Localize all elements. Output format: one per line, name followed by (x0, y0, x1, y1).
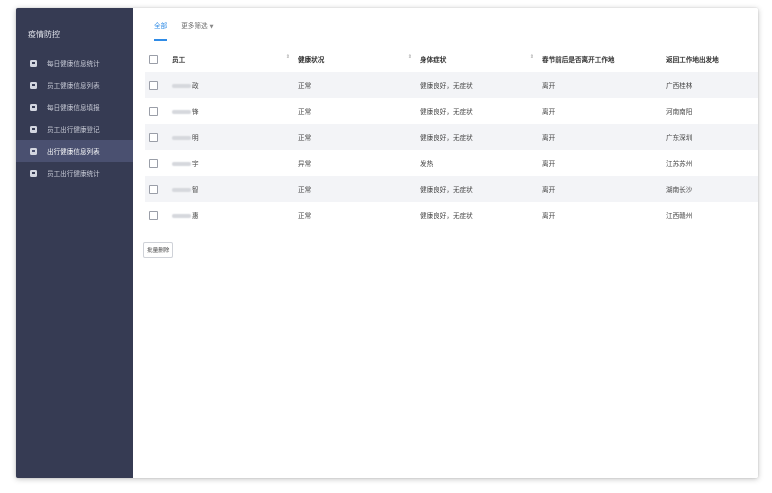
health-status-cell: 异常 (298, 160, 312, 168)
employee-cell: 锋 (172, 98, 298, 124)
main-content: 全部 更多筛选 ▼ 员工 ⇕ 健康状况 ⇕ 身体症状 ⇕ 春节前后是否离开工作地 返回工… (133, 8, 758, 478)
sidebar-title: 疫情防控 (28, 30, 60, 39)
travel-health-table: 员工 ⇕ 健康状况 ⇕ 身体症状 ⇕ 春节前后是否离开工作地 返回工作地出发地 政 正… (145, 46, 758, 228)
redacted-name-blur (172, 110, 191, 114)
select-all-cell (145, 46, 172, 72)
row-select-cell (145, 98, 172, 124)
left-workplace-cell: 离开 (542, 212, 556, 220)
health-status-cell: 正常 (298, 82, 312, 90)
return-origin-cell: 江西赣州 (666, 212, 693, 220)
return-origin-cell: 河南南阳 (666, 108, 693, 116)
left-workplace-cell: 离开 (542, 160, 556, 168)
sidebar-item-label: 员工出行健康登记 (47, 126, 100, 134)
row-checkbox[interactable] (149, 80, 158, 90)
redacted-name-blur (172, 84, 191, 88)
sidebar-item-label: 出行健康信息列表 (47, 148, 100, 156)
column-header-return-origin: 返回工作地出发地 (666, 56, 719, 64)
row-checkbox[interactable] (149, 132, 158, 142)
row-select-cell (145, 176, 172, 202)
row-select-cell (145, 72, 172, 98)
health-status-cell: 正常 (298, 212, 312, 220)
row-checkbox[interactable] (149, 184, 158, 194)
employee-cell: 宇 (172, 150, 298, 176)
caret-down-icon: ▼ (209, 23, 214, 30)
select-all-checkbox[interactable] (149, 54, 158, 64)
table-row[interactable]: 锋 正常 健康良好，无症状 离开 河南南阳 (145, 98, 758, 124)
table-row[interactable]: 惠 正常 健康良好，无症状 离开 江西赣州 (145, 202, 758, 228)
column-header-health-status[interactable]: 健康状况 ⇕ (298, 46, 420, 72)
redacted-name-blur (172, 136, 191, 140)
sidebar-item-daily-health-report[interactable]: 每日健康信息填报 (16, 96, 133, 118)
sidebar-item-label: 每日健康信息填报 (47, 104, 100, 112)
sidebar-item-label: 员工健康信息列表 (47, 82, 100, 90)
document-icon (30, 147, 37, 155)
table-row[interactable]: 政 正常 健康良好，无症状 离开 广西桂林 (145, 72, 758, 98)
table-header-row: 员工 ⇕ 健康状况 ⇕ 身体症状 ⇕ 春节前后是否离开工作地 返回工作地出发地 (145, 46, 758, 72)
employee-cell: 智 (172, 176, 298, 202)
tab-all[interactable]: 全部 (154, 16, 168, 41)
row-checkbox[interactable] (149, 210, 158, 220)
employee-cell: 惠 (172, 202, 298, 228)
sidebar-item-travel-health-list[interactable]: 出行健康信息列表 (16, 140, 133, 162)
app-window: 疫情防控 每日健康信息统计 员工健康信息列表 每日健康信息填报 员工出行健康登记… (16, 8, 758, 478)
sort-icon[interactable]: ⇕ (286, 54, 290, 60)
row-select-cell (145, 124, 172, 150)
redacted-name-blur (172, 162, 191, 166)
redacted-name-blur (172, 214, 191, 218)
employee-cell: 明 (172, 124, 298, 150)
row-checkbox[interactable] (149, 158, 158, 168)
sidebar-item-label: 每日健康信息统计 (47, 60, 100, 68)
sidebar-item-daily-health-stats[interactable]: 每日健康信息统计 (16, 52, 133, 74)
document-icon (30, 81, 37, 89)
sort-icon[interactable]: ⇕ (408, 54, 412, 60)
row-select-cell (145, 202, 172, 228)
sidebar: 疫情防控 每日健康信息统计 员工健康信息列表 每日健康信息填报 员工出行健康登记… (16, 8, 133, 478)
document-icon (30, 59, 37, 67)
table-row[interactable]: 明 正常 健康良好，无症状 离开 广东深圳 (145, 124, 758, 150)
document-icon (30, 125, 37, 133)
sidebar-item-employee-health-list[interactable]: 员工健康信息列表 (16, 74, 133, 96)
symptoms-cell: 健康良好，无症状 (420, 108, 473, 116)
left-workplace-cell: 离开 (542, 134, 556, 142)
symptoms-cell: 健康良好，无症状 (420, 82, 473, 90)
return-origin-cell: 湖南长沙 (666, 186, 693, 194)
filter-tabs: 全部 更多筛选 ▼ (133, 8, 758, 41)
batch-delete-button[interactable]: 批量删除 (143, 242, 174, 258)
row-checkbox[interactable] (149, 106, 158, 116)
table-row[interactable]: 宇 异常 发热 离开 江苏苏州 (145, 150, 758, 176)
table-row[interactable]: 智 正常 健康良好，无症状 离开 湖南长沙 (145, 176, 758, 202)
health-status-cell: 正常 (298, 108, 312, 116)
return-origin-cell: 广西桂林 (666, 82, 693, 90)
left-workplace-cell: 离开 (542, 108, 556, 116)
sidebar-item-travel-health-stats[interactable]: 员工出行健康统计 (16, 162, 133, 184)
left-workplace-cell: 离开 (542, 82, 556, 90)
employee-cell: 政 (172, 72, 298, 98)
sidebar-item-travel-health-registration[interactable]: 员工出行健康登记 (16, 118, 133, 140)
document-icon (30, 103, 37, 111)
tab-more-filters[interactable]: 更多筛选 ▼ (181, 16, 213, 34)
document-icon (30, 169, 37, 177)
row-select-cell (145, 150, 172, 176)
redacted-name-blur (172, 188, 191, 192)
health-status-cell: 正常 (298, 134, 312, 142)
health-status-cell: 正常 (298, 186, 312, 194)
column-header-employee[interactable]: 员工 ⇕ (172, 46, 298, 72)
symptoms-cell: 发热 (420, 160, 434, 168)
symptoms-cell: 健康良好，无症状 (420, 212, 473, 220)
tab-more-filters-label: 更多筛选 (181, 21, 208, 30)
sidebar-nav: 每日健康信息统计 员工健康信息列表 每日健康信息填报 员工出行健康登记 出行健康… (16, 52, 133, 184)
column-header-symptoms[interactable]: 身体症状 ⇕ (420, 46, 542, 72)
sort-icon[interactable]: ⇕ (530, 54, 534, 60)
symptoms-cell: 健康良好，无症状 (420, 186, 473, 194)
left-workplace-cell: 离开 (542, 186, 556, 194)
symptoms-cell: 健康良好，无症状 (420, 134, 473, 142)
return-origin-cell: 江苏苏州 (666, 160, 693, 168)
return-origin-cell: 广东深圳 (666, 134, 693, 142)
sidebar-item-label: 员工出行健康统计 (47, 170, 100, 178)
column-header-left-workplace: 春节前后是否离开工作地 (542, 56, 615, 64)
